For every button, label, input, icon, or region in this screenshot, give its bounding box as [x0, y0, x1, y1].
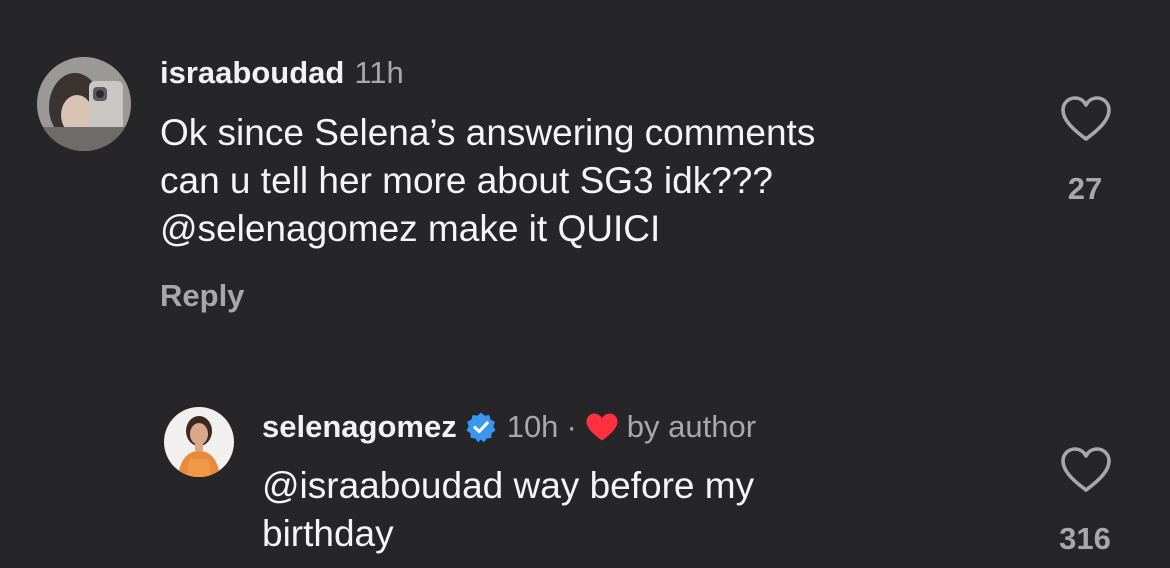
- reply-like-count[interactable]: 316: [1040, 521, 1130, 557]
- commenter-username[interactable]: israaboudad: [160, 55, 344, 91]
- liked-by-author-heart-icon: [585, 412, 619, 442]
- avatar-photo-image: [37, 57, 131, 151]
- avatar-photo-image: [164, 407, 234, 477]
- meta-separator: ·: [566, 409, 577, 444]
- replier-username[interactable]: selenagomez: [262, 409, 457, 445]
- reply-timestamp: 10h: [506, 409, 559, 444]
- reply-text-line: birthday: [262, 513, 394, 554]
- comment-timestamp: 11h: [354, 55, 404, 90]
- comment-text-line: can u tell her more about SG3 idk???: [160, 160, 773, 201]
- by-author-label: by author: [626, 409, 757, 444]
- like-heart-icon[interactable]: [1061, 96, 1111, 142]
- reply-text-line: @israaboudad way before my: [262, 465, 755, 506]
- comment-like-count[interactable]: 27: [1040, 171, 1130, 207]
- like-heart-icon[interactable]: [1061, 447, 1111, 493]
- reply-header: selenagomez 10h · by author: [262, 409, 756, 445]
- comments-screen: israaboudad 11h Ok since Selena’s answer…: [0, 0, 1170, 568]
- commenter-avatar[interactable]: [37, 57, 131, 151]
- verified-badge-icon: [465, 411, 497, 443]
- comment-text-line: Ok since Selena’s answering comments: [160, 112, 816, 153]
- comment-body: Ok since Selena’s answering comments can…: [160, 109, 815, 253]
- reply-body: @israaboudad way before my birthday: [262, 462, 754, 558]
- reply-button[interactable]: Reply: [160, 278, 244, 314]
- replier-avatar[interactable]: [164, 407, 234, 477]
- comment-header: israaboudad 11h: [160, 55, 404, 91]
- comment-text-line: @selenagomez make it QUICI: [160, 208, 661, 249]
